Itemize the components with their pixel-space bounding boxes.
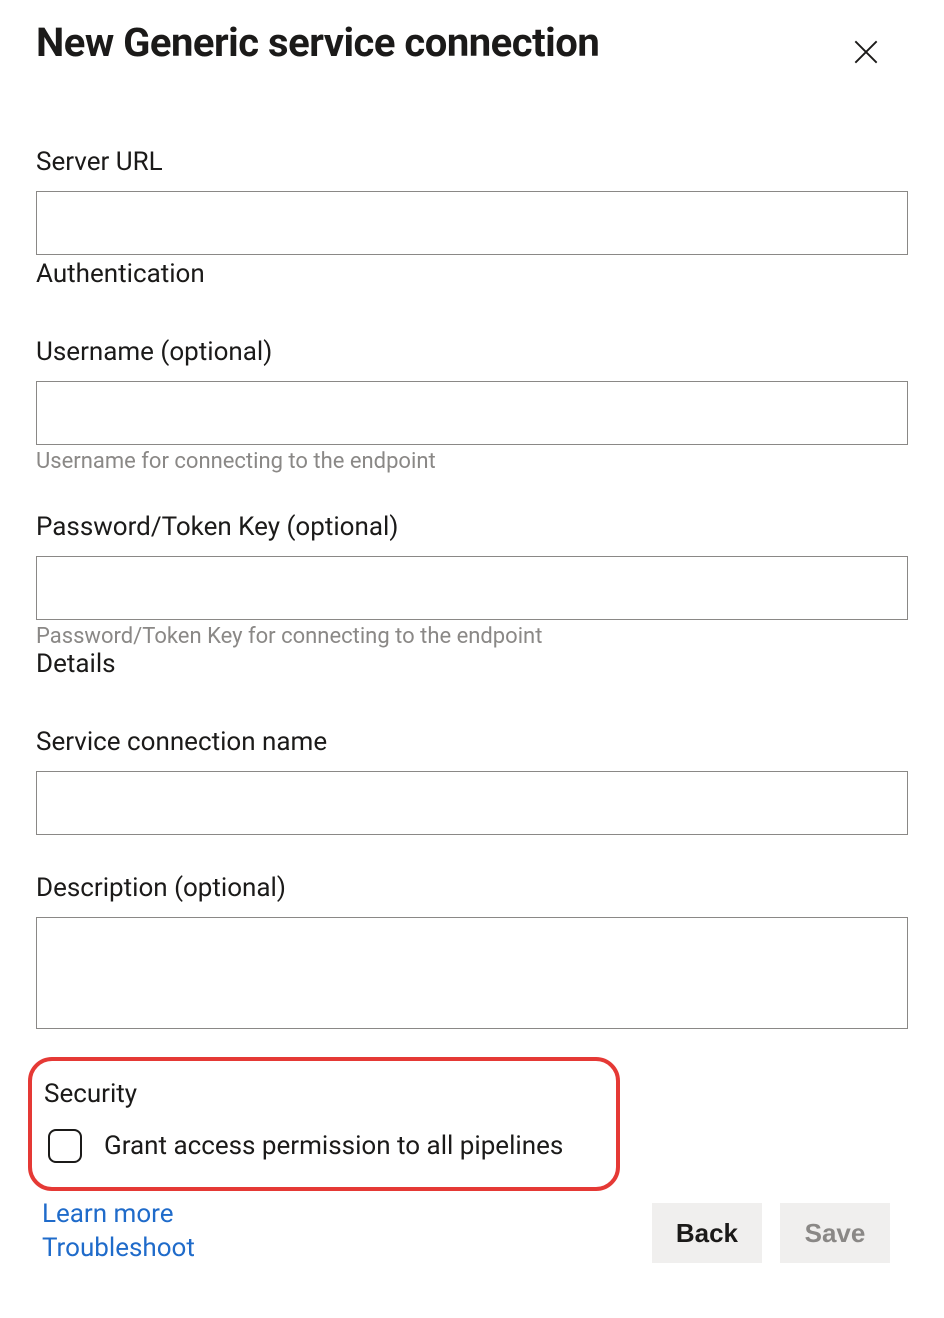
server-url-field: Server URL	[36, 147, 908, 255]
security-section-highlight: Security Grant access permission to all …	[28, 1057, 620, 1191]
details-heading: Details	[36, 649, 908, 679]
grant-access-label: Grant access permission to all pipelines	[104, 1131, 563, 1161]
close-icon	[850, 36, 882, 71]
troubleshoot-link[interactable]: Troubleshoot	[42, 1233, 195, 1263]
authentication-heading: Authentication	[36, 259, 908, 289]
close-button[interactable]	[844, 30, 888, 77]
username-input[interactable]	[36, 381, 908, 445]
password-label: Password/Token Key (optional)	[36, 512, 908, 542]
security-heading: Security	[42, 1079, 594, 1109]
footer-buttons: Back Save	[652, 1203, 890, 1263]
dialog-header: New Generic service connection	[36, 20, 908, 77]
connection-name-label: Service connection name	[36, 727, 908, 757]
grant-access-row: Grant access permission to all pipelines	[42, 1129, 594, 1163]
learn-more-link[interactable]: Learn more	[42, 1199, 195, 1229]
dialog-footer: Learn more Troubleshoot Back Save	[36, 1199, 908, 1263]
footer-links: Learn more Troubleshoot	[36, 1199, 195, 1263]
grant-access-checkbox[interactable]	[48, 1129, 82, 1163]
back-button[interactable]: Back	[652, 1203, 762, 1263]
server-url-label: Server URL	[36, 147, 908, 177]
server-url-input[interactable]	[36, 191, 908, 255]
username-field: Username (optional) Username for connect…	[36, 337, 908, 474]
connection-name-input[interactable]	[36, 771, 908, 835]
password-field: Password/Token Key (optional) Password/T…	[36, 512, 908, 649]
password-hint: Password/Token Key for connecting to the…	[36, 624, 908, 649]
dialog-title: New Generic service connection	[36, 20, 599, 66]
description-input[interactable]	[36, 917, 908, 1029]
password-input[interactable]	[36, 556, 908, 620]
description-label: Description (optional)	[36, 873, 908, 903]
username-label: Username (optional)	[36, 337, 908, 367]
description-field: Description (optional)	[36, 873, 908, 1033]
username-hint: Username for connecting to the endpoint	[36, 449, 908, 474]
save-button[interactable]: Save	[780, 1203, 890, 1263]
connection-name-field: Service connection name	[36, 727, 908, 835]
